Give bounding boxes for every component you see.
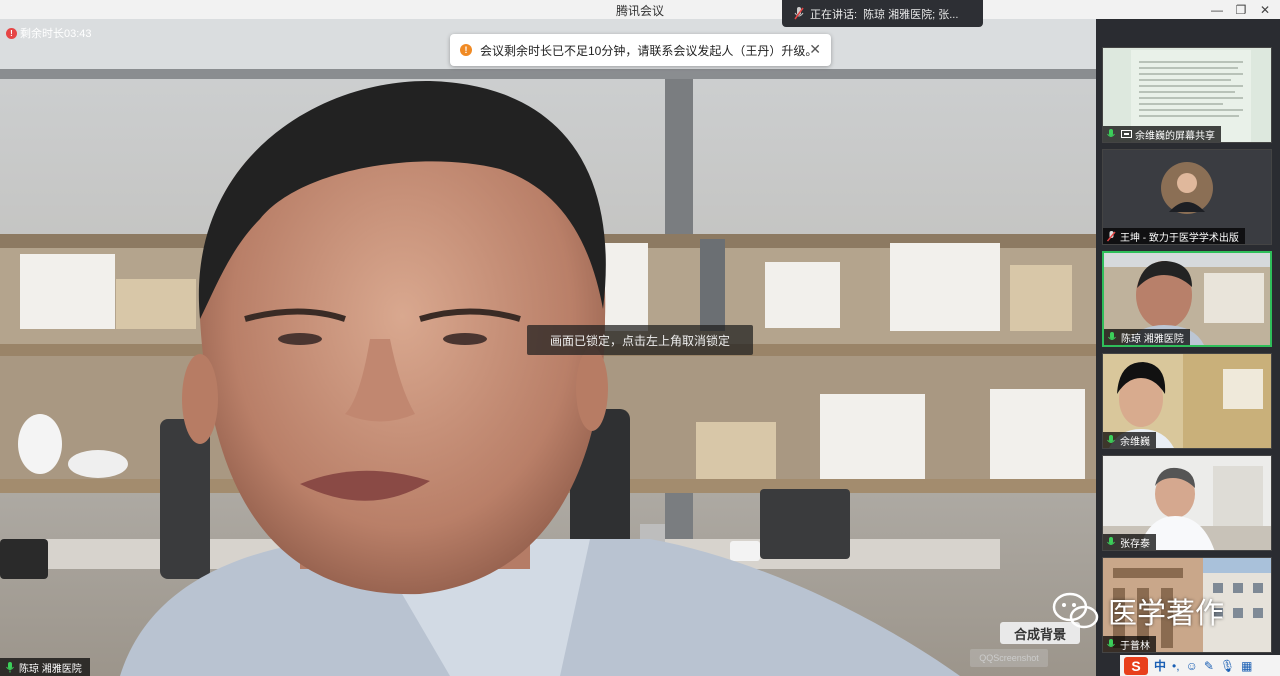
notice-text: 会议剩余时长已不足10分钟，请联系会议发起人（王丹）升级。	[480, 43, 818, 58]
mic-muted-icon	[1105, 230, 1117, 242]
participant-label: 余维巍	[1103, 432, 1156, 448]
wechat-icon	[1052, 592, 1099, 629]
participant-name: 陈琼 湘雅医院	[1121, 333, 1184, 345]
speaking-names: 陈琼 湘雅医院; 张...	[863, 8, 959, 21]
participant-label: 陈琼 湘雅医院	[1104, 329, 1190, 345]
participant-label: 王坤 - 致力于医学学术出版	[1103, 228, 1245, 244]
participant-label: 张存泰	[1103, 534, 1156, 550]
main-video[interactable]: ! 剩余时长03:43 ! 会议剩余时长已不足10分钟，请联系会议发起人（王丹）…	[0, 19, 1096, 676]
locked-view-hint: 画面已锁定，点击左上角取消锁定	[527, 325, 753, 355]
emoji-icon[interactable]: ☺	[1186, 659, 1198, 673]
mic-muted-icon	[788, 7, 810, 20]
remaining-time-text: 剩余时长03:43	[20, 28, 92, 40]
participant-tile[interactable]: 张存泰	[1102, 455, 1272, 551]
ime-toolbar: S 中 •, ☺ ✎ 🎙 ▦	[1120, 655, 1280, 676]
mic-on-icon	[1105, 536, 1117, 548]
pen-icon[interactable]: ✎	[1204, 659, 1214, 673]
sogou-logo-icon[interactable]: S	[1124, 656, 1148, 675]
participant-name: 王坤 - 致力于医学学术出版	[1120, 232, 1239, 244]
participant-label: 于普林	[1103, 636, 1156, 652]
participant-tile-screen-share[interactable]: 余维巍的屏幕共享	[1102, 47, 1272, 143]
participant-label: 余维巍的屏幕共享	[1103, 126, 1221, 142]
warning-icon: !	[460, 44, 472, 56]
window-title: 腾讯会议	[615, 4, 664, 18]
close-icon: ✕	[1259, 2, 1271, 17]
participant-tile[interactable]: 王坤 - 致力于医学学术出版	[1102, 149, 1272, 245]
punctuation-icon[interactable]: •,	[1172, 659, 1180, 673]
ime-language-toggle[interactable]: 中	[1154, 657, 1166, 674]
speaking-label: 正在讲话:	[810, 8, 858, 21]
participant-tile[interactable]: 余维巍	[1102, 353, 1272, 449]
notice-close-button[interactable]: ✕	[809, 41, 821, 58]
participant-name: 张存泰	[1120, 538, 1150, 550]
participant-name: 于普林	[1120, 640, 1150, 652]
watermark-text: 医学著作	[1108, 598, 1225, 630]
participant-tile-active[interactable]: 陈琼 湘雅医院	[1102, 251, 1272, 347]
screen-share-icon	[1120, 129, 1132, 139]
alert-icon: !	[6, 27, 17, 39]
participant-name: 余维巍的屏幕共享	[1135, 130, 1215, 142]
mic-on-icon	[1105, 638, 1117, 650]
speaking-indicator: 正在讲话: 陈琼 湘雅医院; 张...	[782, 0, 983, 27]
wechat-watermark: 医学著作	[1052, 590, 1224, 632]
remaining-time-indicator: ! 剩余时长03:43	[6, 25, 92, 41]
minimize-icon: —	[1211, 2, 1223, 17]
mic-on-icon	[1105, 434, 1117, 446]
qq-screenshot-tag: QQScreenshot	[970, 649, 1048, 667]
title-bar: 腾讯会议 — ❐ ✕	[0, 0, 1280, 19]
close-window-button[interactable]: ✕	[1251, 0, 1279, 19]
main-speaker-name: 陈琼 湘雅医院	[19, 663, 82, 675]
time-warning-notice: ! 会议剩余时长已不足10分钟，请联系会议发起人（王丹）升级。 ✕	[450, 34, 831, 66]
mic-on-icon	[1106, 331, 1118, 343]
restore-icon: ❐	[1235, 2, 1247, 17]
main-speaker-label: 陈琼 湘雅医院	[0, 658, 90, 676]
grid-menu-icon[interactable]: ▦	[1241, 659, 1252, 673]
mic-on-icon	[1105, 128, 1117, 140]
mic-on-icon	[4, 661, 16, 673]
voice-icon[interactable]: 🎙	[1220, 659, 1235, 673]
participant-name: 余维巍	[1120, 436, 1150, 448]
